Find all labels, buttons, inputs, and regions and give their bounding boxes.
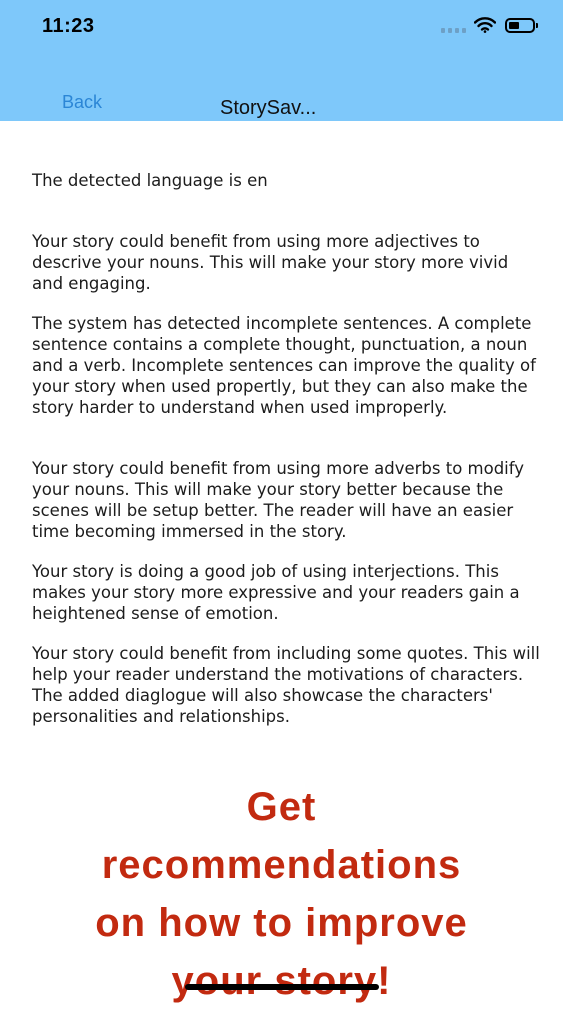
promo-line: your story!	[171, 959, 392, 1003]
battery-icon	[505, 18, 538, 33]
navigation-header: 11:23 Back StorySav...	[0, 0, 563, 121]
promo-line: on how to improve	[95, 901, 468, 945]
recommendations-text: The detected language is en Your story c…	[32, 170, 542, 727]
page-title: StorySav...	[220, 97, 317, 119]
home-indicator[interactable]	[185, 984, 379, 990]
recommendation-paragraph: Your story could benefit from using more…	[32, 459, 525, 541]
back-button[interactable]: Back	[62, 92, 102, 113]
promo-line: recommendations	[101, 843, 462, 887]
promo-caption: Get recommendations on how to improve yo…	[0, 778, 563, 1010]
detected-language-text: The detected language is en	[32, 171, 268, 190]
recommendation-paragraph: Your story could benefit from including …	[32, 644, 540, 726]
recommendation-paragraph: Your story could benefit from using more…	[32, 232, 509, 293]
wifi-icon	[474, 17, 496, 33]
recommendation-paragraph: Your story is doing a good job of using …	[32, 562, 520, 623]
promo-line: Get	[246, 785, 317, 829]
cellular-signal-icon	[441, 28, 466, 33]
status-time: 11:23	[42, 15, 95, 37]
recommendation-paragraph: The system has detected incomplete sente…	[32, 314, 536, 417]
